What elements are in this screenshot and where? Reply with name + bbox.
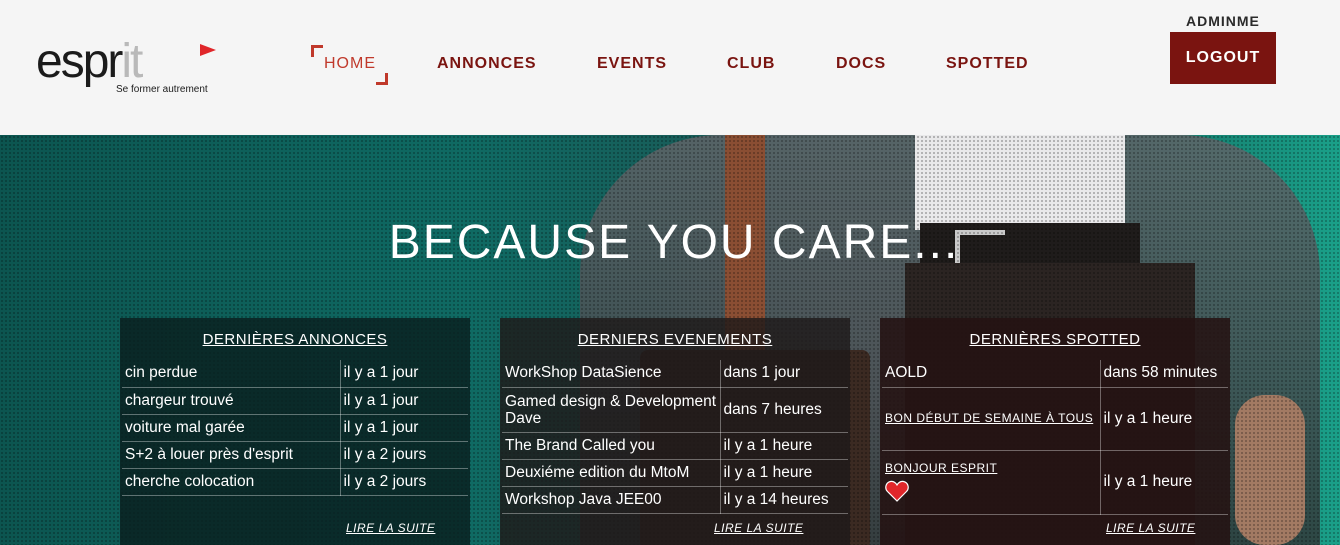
spotted-title-cell: BONJOUR ESPRIT bbox=[882, 450, 1101, 515]
nav-docs[interactable]: DOCS bbox=[836, 55, 886, 73]
panel-events-title[interactable]: DERNIERS EVENEMENTS bbox=[500, 331, 850, 348]
spotted-time: dans 58 minutes bbox=[1100, 360, 1228, 388]
event-title: Workshop Java JEE00 bbox=[502, 486, 721, 514]
event-time: dans 7 heures bbox=[720, 387, 848, 433]
spotted-table: AOLD dans 58 minutes BON DÉBUT DE SEMAIN… bbox=[882, 360, 1228, 515]
table-row[interactable]: Workshop Java JEE00 il y a 14 heures bbox=[502, 486, 848, 514]
event-time: il y a 1 heure bbox=[720, 432, 848, 460]
nav-club[interactable]: CLUB bbox=[727, 55, 775, 73]
annonce-title: voiture mal garée bbox=[122, 414, 341, 442]
heart-icon bbox=[885, 480, 909, 502]
table-row[interactable]: The Brand Called you il y a 1 heure bbox=[502, 432, 848, 460]
events-table: WorkShop DataSience dans 1 jour Gamed de… bbox=[502, 360, 848, 514]
event-title: The Brand Called you bbox=[502, 432, 721, 460]
esprit-logo[interactable]: esprit Se former autrement bbox=[36, 38, 221, 100]
annonce-title: chargeur trouvé bbox=[122, 387, 341, 415]
annonce-time: il y a 2 jours bbox=[340, 468, 468, 496]
nav-annonces[interactable]: ANNONCES bbox=[437, 55, 537, 73]
table-row[interactable]: Gamed design & Development Dave dans 7 h… bbox=[502, 387, 848, 433]
panel-spotted: DERNIÈRES SPOTTED AOLD dans 58 minutes B… bbox=[880, 318, 1230, 545]
table-row[interactable]: Deuxiéme edition du MtoM il y a 1 heure bbox=[502, 459, 848, 487]
logo-flag-icon bbox=[200, 44, 216, 56]
panel-spotted-title[interactable]: DERNIÈRES SPOTTED bbox=[880, 331, 1230, 348]
annonce-time: il y a 1 jour bbox=[340, 387, 468, 415]
logout-button[interactable]: LOGOUT bbox=[1170, 32, 1276, 84]
logo-wordmark: esprit bbox=[36, 35, 143, 88]
spotted-read-more-link[interactable]: LIRE LA SUITE bbox=[1106, 521, 1195, 535]
header: esprit Se former autrement HOME ANNONCES… bbox=[0, 0, 1340, 135]
panel-events: DERNIERS EVENEMENTS WorkShop DataSience … bbox=[500, 318, 850, 545]
nav-home[interactable]: HOME bbox=[324, 55, 376, 73]
table-row[interactable]: AOLD dans 58 minutes bbox=[882, 360, 1228, 388]
event-time: dans 1 jour bbox=[720, 360, 848, 388]
table-row[interactable]: BON DÉBUT DE SEMAINE À TOUS il y a 1 heu… bbox=[882, 387, 1228, 451]
table-row[interactable]: BONJOUR ESPRIT il y a 1 heure bbox=[882, 450, 1228, 515]
annonce-time: il y a 1 jour bbox=[340, 414, 468, 442]
table-row[interactable]: WorkShop DataSience dans 1 jour bbox=[502, 360, 848, 388]
table-row[interactable]: S+2 à louer près d'esprit il y a 2 jours bbox=[122, 441, 468, 469]
annonce-title: S+2 à louer près d'esprit bbox=[122, 441, 341, 469]
spotted-time: il y a 1 heure bbox=[1100, 387, 1228, 451]
annonce-title: cin perdue bbox=[122, 360, 341, 388]
username: ADMINME bbox=[1186, 13, 1260, 29]
events-read-more-link[interactable]: LIRE LA SUITE bbox=[714, 521, 803, 535]
nav-spotted[interactable]: SPOTTED bbox=[946, 55, 1029, 73]
table-row[interactable]: cherche colocation il y a 2 jours bbox=[122, 468, 468, 496]
spotted-title[interactable]: BONJOUR ESPRIT bbox=[885, 458, 1097, 479]
table-row[interactable]: voiture mal garée il y a 1 jour bbox=[122, 414, 468, 442]
logo-tagline: Se former autrement bbox=[116, 84, 208, 95]
spotted-time: il y a 1 heure bbox=[1100, 450, 1228, 515]
annonce-time: il y a 2 jours bbox=[340, 441, 468, 469]
table-row[interactable]: cin perdue il y a 1 jour bbox=[122, 360, 468, 388]
spotted-title: AOLD bbox=[882, 360, 1101, 388]
event-time: il y a 1 heure bbox=[720, 459, 848, 487]
logo-word-dark: espr bbox=[36, 35, 123, 88]
logo-word-light: it bbox=[121, 35, 143, 88]
panel-annonces-title[interactable]: DERNIÈRES ANNONCES bbox=[120, 331, 470, 348]
event-title: Gamed design & Development Dave bbox=[502, 387, 721, 433]
annonce-time: il y a 1 jour bbox=[340, 360, 468, 388]
event-time: il y a 14 heures bbox=[720, 486, 848, 514]
table-row[interactable]: chargeur trouvé il y a 1 jour bbox=[122, 387, 468, 415]
event-title: Deuxiéme edition du MtoM bbox=[502, 459, 721, 487]
spotted-title-cell: BON DÉBUT DE SEMAINE À TOUS bbox=[882, 387, 1101, 451]
annonces-read-more-link[interactable]: LIRE LA SUITE bbox=[346, 521, 435, 535]
annonce-title: cherche colocation bbox=[122, 468, 341, 496]
spotted-title[interactable]: BON DÉBUT DE SEMAINE À TOUS bbox=[885, 411, 1093, 425]
event-title: WorkShop DataSience bbox=[502, 360, 721, 388]
nav-events[interactable]: EVENTS bbox=[597, 55, 667, 73]
hero-title: BECAUSE YOU CARE... bbox=[388, 216, 960, 269]
annonces-table: cin perdue il y a 1 jour chargeur trouvé… bbox=[122, 360, 468, 496]
panel-annonces: DERNIÈRES ANNONCES cin perdue il y a 1 j… bbox=[120, 318, 470, 545]
